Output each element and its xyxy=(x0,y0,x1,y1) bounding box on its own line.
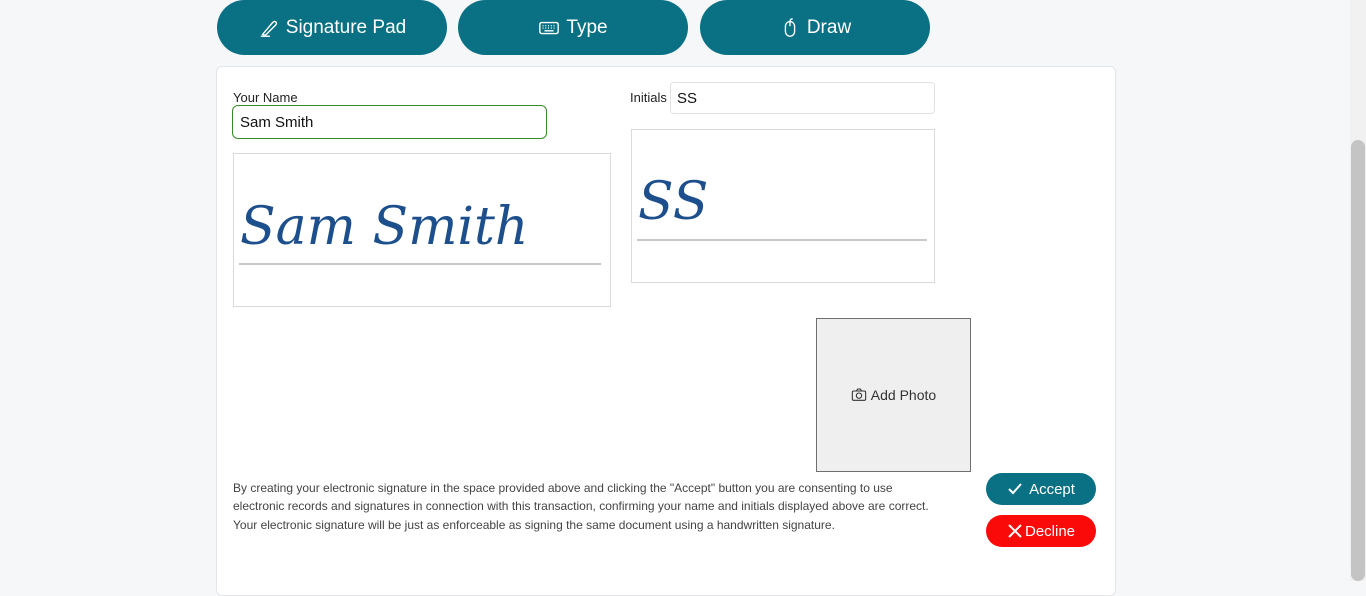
tab-label: Signature Pad xyxy=(285,16,407,38)
consent-text: By creating your electronic signature in… xyxy=(233,481,929,532)
mouse-icon xyxy=(784,17,796,37)
signature-preview: Sam Smith xyxy=(240,197,529,257)
initials-line xyxy=(637,239,927,241)
scrollbar-thumb[interactable] xyxy=(1351,140,1365,581)
check-icon xyxy=(1008,483,1022,495)
initials-preview: SS xyxy=(638,172,709,232)
close-icon xyxy=(1008,524,1022,538)
initials-label: Initials xyxy=(630,90,667,105)
tab-label: Type xyxy=(566,16,608,38)
decline-label: Decline xyxy=(1024,522,1076,540)
name-field[interactable] xyxy=(232,105,547,139)
camera-icon xyxy=(851,388,866,401)
tab-type[interactable]: Type xyxy=(458,0,688,55)
pen-icon xyxy=(260,20,277,37)
add-photo-button[interactable]: Add Photo xyxy=(816,318,971,472)
decline-button[interactable]: Decline xyxy=(986,515,1096,547)
tab-draw[interactable]: Draw xyxy=(700,0,930,55)
name-label: Your Name xyxy=(233,90,298,105)
signature-line xyxy=(239,263,601,265)
tab-signature-pad[interactable]: Signature Pad xyxy=(217,0,447,55)
keyboard-icon xyxy=(539,21,560,34)
accept-label: Accept xyxy=(1029,480,1075,498)
initials-field[interactable] xyxy=(670,82,935,114)
accept-button[interactable]: Accept xyxy=(986,473,1096,505)
tab-label: Draw xyxy=(806,16,852,38)
add-photo-label: Add Photo xyxy=(870,387,937,403)
